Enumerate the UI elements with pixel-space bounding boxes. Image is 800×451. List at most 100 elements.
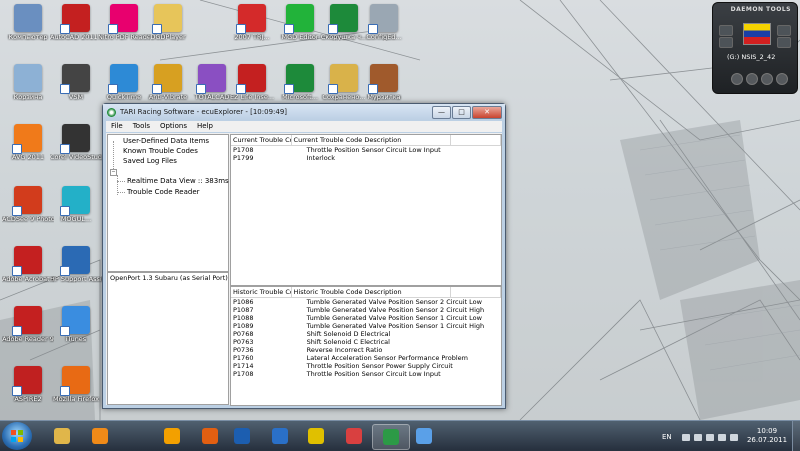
- tree-item-known-codes[interactable]: Known Trouble Codes: [123, 147, 198, 155]
- desktop-icon[interactable]: 2007 TRJ...: [226, 4, 278, 41]
- taskbar-notepad-app-button[interactable]: [336, 424, 372, 448]
- menu-file[interactable]: File: [106, 121, 128, 132]
- col-historic-extra[interactable]: [451, 287, 501, 297]
- taskbar-hp-button[interactable]: [224, 424, 260, 448]
- gadget-config-icon[interactable]: [746, 73, 758, 85]
- table-row[interactable]: P1714 Throttle Position Sensor Power Supp…: [231, 362, 501, 370]
- maximize-button[interactable]: □: [452, 105, 471, 119]
- tree-collapse-icon[interactable]: −: [110, 169, 117, 176]
- tree-item-user-defined[interactable]: User-Defined Data Items: [123, 137, 209, 145]
- table-row[interactable]: P1087 Tumble Generated Valve Position Sen…: [231, 306, 501, 314]
- col-historic-description[interactable]: Historic Trouble Code Description: [292, 287, 452, 297]
- taskbar-checkmark-app-button[interactable]: [262, 424, 298, 448]
- table-row[interactable]: P0736 Reverse Incorrect Ratio: [231, 346, 501, 354]
- taskbar-firefox-button[interactable]: [192, 424, 228, 448]
- tray-hp-icon[interactable]: [682, 434, 690, 441]
- desktop-icon[interactable]: Adobe Acrobat X: [2, 246, 54, 283]
- close-button[interactable]: ✕: [472, 105, 502, 119]
- tree-item-trouble-code-reader[interactable]: Trouble Code Reader: [127, 188, 200, 196]
- desktop-icon[interactable]: VSM: [50, 64, 102, 101]
- col-current-description[interactable]: Current Trouble Code Description: [292, 135, 452, 145]
- start-button[interactable]: [2, 422, 32, 450]
- historic-codes-rows: P1086 Tumble Generated Valve Position Sen…: [231, 298, 501, 378]
- status-pane: OpenPort 1.3 Subaru (as Serial Port) [CO…: [107, 272, 229, 405]
- tray-flag-icon[interactable]: [694, 434, 702, 441]
- menu-options[interactable]: Options: [155, 121, 192, 132]
- table-row[interactable]: P1760 Lateral Acceleration Sensor Perform…: [231, 354, 501, 362]
- gadget-right-button[interactable]: [777, 25, 791, 36]
- checkmark-app-icon: [272, 428, 288, 444]
- gadget-mount-icon[interactable]: [731, 73, 743, 85]
- trouble-code: P1089: [233, 322, 254, 330]
- gadget-left-button[interactable]: [719, 25, 733, 36]
- col-current-code[interactable]: Current Trouble Code: [231, 135, 292, 145]
- gadget-add-icon[interactable]: [761, 73, 773, 85]
- desktop-shortcut-icon: [60, 306, 90, 336]
- tree-item-realtime[interactable]: Realtime Data View :: 383ms: [127, 177, 229, 185]
- table-row[interactable]: P1089 Tumble Generated Valve Position Sen…: [231, 322, 501, 330]
- desktop-icon[interactable]: Мурзилка: [358, 64, 410, 101]
- gadget-title: DAEMON TOOLS: [730, 6, 791, 13]
- taskbar-1c-button[interactable]: [298, 424, 334, 448]
- col-current-extra[interactable]: [451, 135, 501, 145]
- table-row[interactable]: P1708 Throttle Position Sensor Circuit Lo…: [231, 370, 501, 378]
- desktop-icon[interactable]: ASPIRE2: [2, 366, 54, 403]
- minimize-button[interactable]: —: [432, 105, 451, 119]
- tray-volume-icon[interactable]: [730, 434, 738, 441]
- taskbar-picasa-button[interactable]: [406, 424, 442, 448]
- show-desktop-button[interactable]: [792, 421, 800, 451]
- desktop-icon[interactable]: Adobe Reader 9: [2, 306, 54, 343]
- desktop-shortcut-icon: [12, 124, 42, 154]
- table-row[interactable]: P0768 Shift Solenoid D Electrical: [231, 330, 501, 338]
- drive-letter: (G:): [727, 53, 740, 61]
- gadget-remove-icon[interactable]: [776, 73, 788, 85]
- desktop-icon[interactable]: Корзина: [2, 64, 54, 101]
- taskbar-media-player-button[interactable]: [82, 424, 118, 448]
- desktop-shortcut-icon: [14, 64, 42, 92]
- desktop-shortcut-icon: [152, 64, 182, 94]
- tree-item-saved-logs[interactable]: Saved Log Files: [123, 157, 177, 165]
- table-row[interactable]: P1086 Tumble Generated Valve Position Sen…: [231, 298, 501, 306]
- taskbar-ecuexplorer-button[interactable]: [372, 424, 410, 450]
- desktop-icon[interactable]: Mozilla Firefox: [50, 366, 102, 403]
- desktop-icon-label: EZ Life Inse...: [229, 94, 275, 101]
- desktop-icon-label: Mozilla Firefox: [53, 396, 99, 403]
- col-historic-code[interactable]: Historic Trouble Code: [231, 287, 292, 297]
- desktop-icon-label: Adobe Acrobat X: [2, 276, 54, 283]
- desktop-icon[interactable]: Corel VideoStudi...: [50, 124, 102, 161]
- desktop-shortcut-icon: [60, 124, 90, 154]
- desktop-icon[interactable]: DGDPlayer: [142, 4, 194, 41]
- window-titlebar[interactable]: TARI Racing Software - ecuExplorer - [10…: [103, 104, 505, 120]
- menu-tools[interactable]: Tools: [128, 121, 155, 132]
- desktop-shortcut-icon: [328, 4, 358, 34]
- gadget-right-button-2[interactable]: [777, 37, 791, 48]
- taskbar-explorer-button[interactable]: [44, 424, 80, 448]
- desktop-icon[interactable]: MOGUL...: [50, 186, 102, 223]
- desktop-icon[interactable]: HP Support Assistant: [50, 246, 102, 283]
- trouble-code: P1086: [233, 298, 254, 306]
- table-row[interactable]: P0763 Shift Solenoid C Electrical: [231, 338, 501, 346]
- table-row[interactable]: P1088 Tumble Generated Valve Position Sen…: [231, 314, 501, 322]
- window-title: TARI Racing Software - ecuExplorer - [10…: [120, 108, 288, 116]
- connection-status: OpenPort 1.3 Subaru (as Serial Port) [CO…: [110, 274, 228, 282]
- desktop-icon[interactable]: Компьютер: [2, 4, 54, 41]
- language-indicator[interactable]: EN: [662, 433, 672, 441]
- desktop-icon[interactable]: ACDSee 9 Photo ...: [2, 186, 54, 223]
- desktop-icon[interactable]: AutoCAD 2011 -...: [50, 4, 102, 41]
- taskbar-clock[interactable]: 10:09 26.07.2011: [744, 427, 790, 445]
- desktop-shortcut-icon: [108, 4, 138, 34]
- menu-help[interactable]: Help: [192, 121, 218, 132]
- picasa-icon: [416, 428, 432, 444]
- taskbar-outlook-button[interactable]: [154, 424, 190, 448]
- notepad-app-icon: [346, 428, 362, 444]
- tray-network-icon[interactable]: [718, 434, 726, 441]
- tray-battery-icon[interactable]: [706, 434, 714, 441]
- table-row[interactable]: P1708 Throttle Position Sensor Circuit Lo…: [231, 146, 501, 154]
- desktop-icon[interactable]: EZ Life Inse...: [226, 64, 278, 101]
- desktop-shortcut-icon: [12, 186, 42, 216]
- desktop-icon[interactable]: AVG 2011: [2, 124, 54, 161]
- desktop-icon[interactable]: iTunes: [50, 306, 102, 343]
- desktop-icon[interactable]: ConfigEd...: [358, 4, 410, 41]
- table-row[interactable]: P1799 Interlock: [231, 154, 501, 162]
- gadget-left-button-2[interactable]: [719, 37, 733, 48]
